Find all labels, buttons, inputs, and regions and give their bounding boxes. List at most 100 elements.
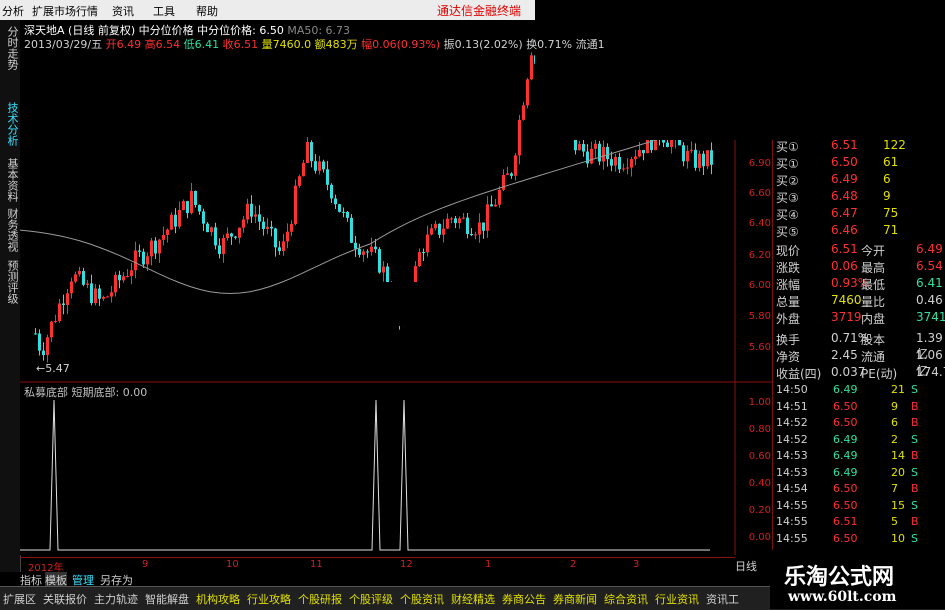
candle-body (50, 321, 53, 338)
menu-tools[interactable]: 工具 (153, 3, 175, 19)
tick-volume: 20 (891, 465, 905, 479)
candle-body (42, 350, 45, 356)
candle-body (662, 139, 665, 143)
info-tab[interactable]: 关联报价 (43, 591, 87, 607)
period-label[interactable]: 日线 (735, 558, 757, 574)
candle-body (482, 222, 485, 231)
candle-body (226, 233, 229, 239)
candle-body (454, 218, 457, 224)
date-tick: 2 (570, 559, 577, 570)
candle-body (214, 227, 217, 246)
candle-body (422, 252, 425, 254)
left-tab-bar: 分时走势 技术分析 基本资料 财务透视 预测评级 (0, 20, 21, 575)
info-tab[interactable]: 券商公告 (502, 591, 546, 607)
candle-body (110, 292, 113, 297)
quote-label: 最低 (861, 278, 886, 292)
order-book-volume: 61 (883, 155, 899, 169)
tick-time: 14:55 (776, 515, 808, 528)
candle-body (126, 276, 129, 278)
candle-body (306, 142, 309, 163)
order-book-label: 买③ (776, 191, 799, 205)
info-tab[interactable]: 个股评级 (349, 591, 393, 607)
candle-body (178, 210, 181, 227)
menu-ext-market[interactable]: 扩展市场行情 (32, 3, 98, 19)
info-tab[interactable]: 综合资讯 (604, 591, 648, 607)
quote-label: 现价 (776, 244, 801, 258)
candle-body (246, 203, 249, 220)
tab-finance[interactable]: 财务透视 (2, 208, 19, 252)
candle-body (202, 211, 205, 224)
osc-tick: 0.40 (748, 478, 771, 489)
candle-body (234, 236, 237, 238)
info-tab[interactable]: 个股研报 (298, 591, 342, 607)
quote-row: 净资 2.45 流通 1.06亿 (773, 348, 945, 378)
candle-body (298, 176, 301, 186)
info-tab[interactable]: 行业攻略 (247, 591, 291, 607)
kline-chart[interactable] (20, 20, 772, 555)
tick-row: 14:53 6.49 20 S (773, 466, 945, 483)
info-tab[interactable]: 主力轨迹 (94, 591, 138, 607)
quote-value: 6.54 (916, 259, 943, 273)
tab-technical[interactable]: 技术分析 (2, 102, 19, 146)
tick-volume: 10 (891, 531, 905, 545)
info-tab[interactable]: 券商新闻 (553, 591, 597, 607)
menu-help[interactable]: 帮助 (196, 3, 218, 19)
candle-body (194, 190, 197, 205)
tab-forecast[interactable]: 预测评级 (2, 260, 19, 304)
candle-body (138, 250, 141, 252)
candle-body (166, 229, 169, 235)
order-book-row: 买③ 6.48 9 (773, 189, 945, 206)
osc-tick: 0.00 (748, 532, 771, 543)
quote-value: 0.46 (916, 293, 943, 307)
high-value: 高6.54 (144, 38, 181, 51)
candle-body (78, 271, 81, 275)
volume-value: 量7460.0 (261, 38, 312, 51)
candle-body (350, 217, 353, 243)
candle-body (198, 204, 201, 212)
candle-body (578, 143, 581, 151)
tick-price: 6.49 (833, 449, 858, 462)
tick-volume: 21 (891, 383, 905, 396)
candle-body (702, 153, 705, 167)
candle-body (426, 234, 429, 253)
candle-body (614, 157, 617, 166)
float-value: 流通1 (575, 38, 605, 51)
candle-body (366, 251, 369, 253)
order-book-price: 6.48 (831, 189, 858, 203)
candle-body (694, 149, 697, 168)
candle-body (334, 198, 337, 205)
info-tab[interactable]: 财经精选 (451, 591, 495, 607)
quote-panel: 买① 6.51 122 买① 6.50 61 买② 6.49 6 买③ 6.48 9 买④ 6.47 75 买… (772, 138, 945, 550)
info-tab[interactable]: 个股资讯 (400, 591, 444, 607)
quote-label: 最高 (861, 261, 886, 275)
candle-body (610, 159, 613, 166)
candle-body (490, 204, 493, 207)
candle-body (302, 162, 305, 177)
info-tab[interactable]: 机构攻略 (196, 591, 240, 607)
tab-profile[interactable]: 基本资料 (2, 158, 19, 202)
quote-label: 量比 (861, 295, 886, 309)
candle-body (498, 189, 501, 205)
price-tick: 5.80 (748, 311, 771, 322)
info-tab[interactable]: 资讯工 (706, 591, 739, 607)
candle-body (710, 150, 713, 165)
open-value: 开6.49 (105, 38, 142, 51)
candle-body (638, 150, 641, 157)
candle-body (606, 146, 609, 160)
tab-intraday[interactable]: 分时走势 (2, 26, 19, 70)
info-tab[interactable]: 智能解盘 (145, 591, 189, 607)
menu-news[interactable]: 资讯 (112, 3, 134, 19)
price-tick: 6.00 (748, 280, 771, 291)
candle-body (70, 281, 73, 294)
candle-body (602, 146, 605, 162)
tick-time: 14:55 (776, 498, 808, 512)
lower-panel-title: 私募底部 短期底部: 0.00 (24, 386, 148, 399)
info-tab[interactable]: 行业资讯 (655, 591, 699, 607)
info-tab[interactable]: 扩展区 (3, 591, 36, 607)
quote-row: 总量 7460 量比 0.46 (773, 293, 945, 310)
candle-body (470, 233, 473, 236)
price-info-line: 2013/03/29/五 开6.49 高6.54 低6.41 收6.51 量74… (24, 36, 605, 52)
date-tick: 3 (633, 559, 640, 570)
menu-analysis[interactable]: 分析 (2, 3, 24, 19)
date-tick: 10 (226, 559, 239, 570)
